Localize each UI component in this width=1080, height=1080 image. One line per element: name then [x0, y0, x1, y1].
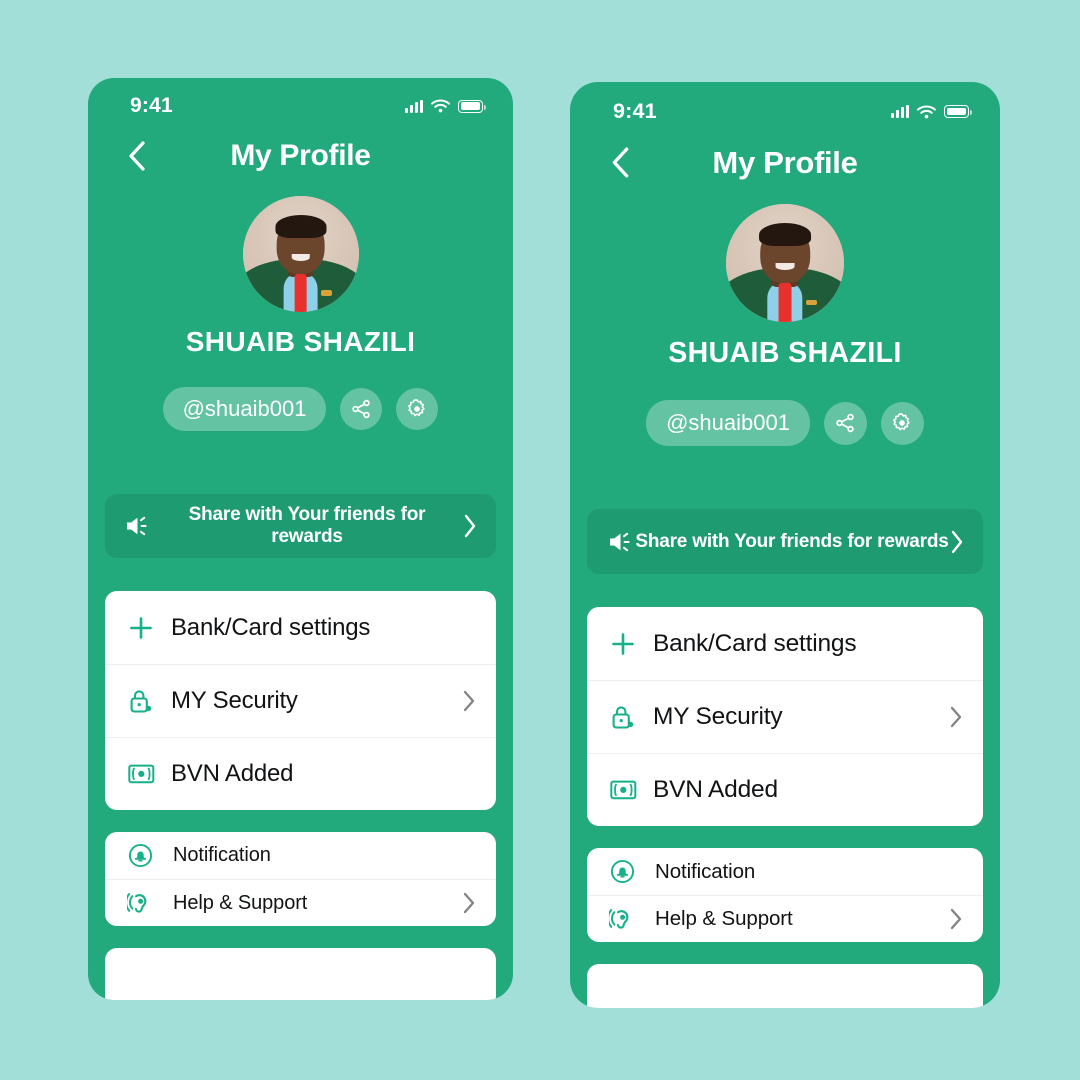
- row-bvn-added[interactable]: BVN Added: [587, 753, 983, 826]
- footer-card[interactable]: [587, 964, 983, 1008]
- status-time: 9:41: [130, 94, 173, 117]
- row-bank-card-settings[interactable]: Bank/Card settings: [587, 607, 983, 680]
- support-card: Notification Help & Support: [105, 832, 496, 926]
- row-label: MY Security: [171, 687, 298, 714]
- lock-icon: [127, 688, 155, 715]
- chevron-right-icon: [462, 891, 476, 915]
- avatar[interactable]: [242, 196, 359, 312]
- avatar-lapel-badge: [806, 299, 817, 306]
- battery-icon: [458, 99, 486, 113]
- chevron-right-icon: [462, 689, 476, 713]
- avatar-hair: [274, 214, 327, 238]
- share-banner-label: Share with Your friends for rewards: [635, 530, 949, 552]
- avatar-tie: [294, 273, 307, 312]
- avatar-smile: [775, 263, 795, 271]
- row-label: Notification: [173, 844, 271, 866]
- nav-bar: My Profile: [570, 134, 1000, 191]
- row-label: BVN Added: [653, 776, 778, 803]
- support-card: Notification Help & Support: [587, 848, 983, 942]
- handle-row: @shuaib001: [88, 387, 513, 431]
- row-label: Notification: [655, 859, 756, 883]
- phone-mockup-left: 9:41 My Profile SHUAIB SHAZILI @shuaib00…: [88, 78, 513, 1000]
- avatar-container: [570, 204, 1000, 322]
- avatar-container: [88, 196, 513, 312]
- back-button[interactable]: [603, 145, 638, 180]
- share-rewards-banner[interactable]: Share with Your friends for rewards: [587, 509, 983, 574]
- account-settings-card: Bank/Card settings MY Security BVN Added: [587, 607, 983, 826]
- bell-icon: [127, 843, 153, 868]
- status-icons: [891, 104, 972, 119]
- megaphone-icon: [127, 516, 147, 536]
- plus-icon: [609, 631, 637, 657]
- row-label: BVN Added: [171, 760, 294, 787]
- status-icons: [405, 99, 486, 113]
- chevron-left-icon: [129, 141, 145, 171]
- back-button[interactable]: [120, 139, 154, 173]
- username-handle[interactable]: @shuaib001: [646, 400, 810, 446]
- banknote-icon: [127, 764, 155, 784]
- plus-icon: [127, 615, 155, 641]
- bell-icon: [609, 859, 635, 884]
- avatar-tie: [778, 283, 792, 322]
- row-notification[interactable]: Notification: [587, 848, 983, 895]
- avatar-hair: [759, 222, 811, 247]
- battery-icon: [944, 105, 972, 118]
- handle-row: @shuaib001: [570, 400, 1000, 446]
- share-banner-label: Share with Your friends for rewards: [188, 504, 426, 547]
- avatar-smile: [291, 254, 310, 261]
- row-notification[interactable]: Notification: [105, 832, 496, 879]
- row-label: Help & Support: [173, 891, 308, 914]
- row-my-security[interactable]: MY Security: [105, 664, 496, 737]
- gear-icon: [893, 413, 911, 431]
- profile-name: SHUAIB SHAZILI: [185, 326, 416, 357]
- row-help-support[interactable]: Help & Support: [105, 879, 496, 926]
- row-bvn-added[interactable]: BVN Added: [105, 737, 496, 810]
- wifi-icon: [431, 99, 450, 113]
- row-label: Bank/Card settings: [171, 613, 371, 641]
- wifi-icon: [917, 104, 936, 118]
- share-profile-button[interactable]: [340, 388, 383, 430]
- footer-card[interactable]: [105, 948, 496, 1000]
- row-help-support[interactable]: Help & Support: [587, 895, 983, 942]
- settings-button[interactable]: [396, 388, 439, 430]
- username-handle[interactable]: @shuaib001: [162, 387, 327, 431]
- share-icon: [836, 413, 855, 433]
- avatar[interactable]: [726, 204, 844, 322]
- status-time: 9:41: [613, 99, 657, 123]
- settings-button[interactable]: [880, 401, 924, 445]
- phone-mockup-right: 9:41 My Profile SHUAIB SHAZILI @shuaib00…: [570, 82, 1000, 1008]
- share-profile-button[interactable]: [823, 401, 867, 445]
- chevron-right-icon: [949, 705, 963, 729]
- nav-bar: My Profile: [88, 128, 513, 184]
- megaphone-icon: [610, 532, 630, 551]
- row-label: Bank/Card settings: [653, 629, 857, 657]
- status-bar: 9:41: [88, 78, 513, 118]
- gear-icon: [408, 399, 426, 417]
- row-label: Help & Support: [655, 907, 793, 930]
- status-bar: 9:41: [570, 82, 1000, 124]
- ear-support-icon: [609, 906, 635, 932]
- avatar-lapel-badge: [321, 289, 332, 296]
- chevron-right-icon: [949, 907, 963, 931]
- chevron-left-icon: [612, 147, 629, 178]
- share-rewards-banner[interactable]: Share with Your friends for rewards: [105, 494, 496, 558]
- row-my-security[interactable]: MY Security: [587, 680, 983, 753]
- lock-icon: [609, 704, 637, 731]
- signal-icon: [891, 105, 909, 118]
- account-settings-card: Bank/Card settings MY Security BVN Added: [105, 591, 496, 810]
- row-bank-card-settings[interactable]: Bank/Card settings: [105, 591, 496, 664]
- ear-support-icon: [127, 890, 153, 916]
- profile-name: SHUAIB SHAZILI: [668, 337, 902, 369]
- signal-icon: [405, 99, 423, 113]
- chevron-right-icon: [951, 530, 963, 553]
- banknote-icon: [609, 780, 637, 800]
- row-label: MY Security: [653, 703, 783, 730]
- chevron-right-icon: [464, 514, 476, 538]
- share-icon: [352, 399, 371, 419]
